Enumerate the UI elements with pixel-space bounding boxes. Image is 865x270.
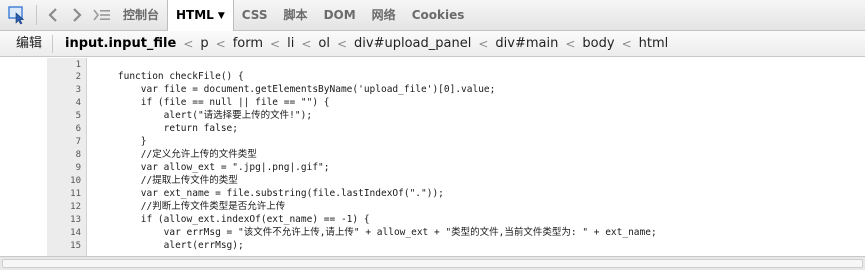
line-number: 12	[70, 202, 81, 212]
code-text: function checkFile() {	[95, 71, 244, 82]
firebug-toolbar: 控制台 HTML ▼ CSS 脚本 DOM 网络 Cookies	[0, 0, 865, 31]
edit-button[interactable]: 编辑	[0, 31, 52, 57]
chevron-left-icon: <	[301, 36, 312, 51]
breadcrumb-item[interactable]: div#upload_panel	[354, 36, 471, 51]
code-line: 11 var ext_name = file.substring(file.la…	[0, 188, 865, 200]
code-line: 13 if (allow_ext.indexOf(ext_name) == -1…	[0, 214, 865, 226]
code-text: var allow_ext = ".jpg|.png|.gif";	[95, 162, 330, 173]
dropdown-caret-icon[interactable]: ▼	[218, 1, 225, 32]
code-text: //定义允许上传的文件类型	[95, 149, 257, 160]
code-text: var file = document.getElementsByName('u…	[95, 84, 496, 95]
inspect-icon[interactable]	[2, 0, 32, 31]
code-line: 9 var allow_ext = ".jpg|.png|.gif";	[0, 162, 865, 174]
breadcrumb-item[interactable]: input.input_file	[65, 36, 176, 51]
code-line: 3 var file = document.getElementsByName(…	[0, 84, 865, 96]
breadcrumb-item[interactable]: ol	[318, 36, 330, 51]
code-line: 12 //判断上传文件类型是否允许上传	[0, 201, 865, 213]
breadcrumb-item[interactable]: p	[200, 36, 208, 51]
breadcrumb-item[interactable]: body	[582, 36, 614, 51]
tab-script[interactable]: 脚本	[276, 0, 316, 31]
code-text: alert(errMsg);	[95, 240, 244, 251]
line-number: 15	[70, 241, 81, 251]
breadcrumb-item[interactable]: div#main	[495, 36, 558, 51]
tab-console[interactable]: 控制台	[115, 0, 167, 31]
console-mode-icon[interactable]	[89, 0, 115, 31]
line-number: 13	[70, 215, 81, 225]
code-text: //判断上传文件类型是否允许上传	[95, 201, 286, 212]
line-number: 4	[75, 98, 81, 108]
scrollbar-thumb[interactable]	[2, 259, 863, 268]
forward-arrow-icon[interactable]	[65, 0, 89, 31]
chevron-left-icon: <	[478, 36, 489, 51]
code-text: alert("请选择要上传的文件!");	[95, 110, 313, 121]
code-line: 4 if (file == null || file == "") {	[0, 97, 865, 109]
line-number: 6	[75, 124, 81, 134]
breadcrumb-item[interactable]: html	[639, 36, 669, 51]
tab-dom[interactable]: DOM	[316, 0, 364, 31]
line-number: 2	[75, 72, 81, 82]
back-arrow-icon[interactable]	[41, 0, 65, 31]
code-text: return false;	[95, 123, 238, 134]
chevron-left-icon: <	[336, 36, 348, 51]
line-number: 8	[75, 150, 81, 160]
line-number: 11	[70, 189, 81, 199]
code-line: 6 return false;	[0, 123, 865, 135]
tab-html[interactable]: HTML ▼	[167, 0, 234, 31]
code-line: 1	[0, 59, 865, 71]
line-number: 1	[75, 60, 81, 70]
tab-cookies[interactable]: Cookies	[404, 0, 473, 31]
toolbar-divider	[36, 5, 37, 25]
breadcrumb-divider	[52, 34, 54, 53]
chevron-left-icon: <	[270, 36, 281, 51]
chevron-left-icon: <	[565, 36, 576, 51]
code-line: 8 //定义允许上传的文件类型	[0, 149, 865, 161]
line-number: 5	[75, 111, 81, 121]
code-line: 10 //提取上传文件的类型	[0, 175, 865, 187]
line-number: 9	[75, 163, 81, 173]
horizontal-scrollbar[interactable]	[0, 256, 865, 270]
line-number: 14	[70, 228, 81, 238]
code-text: var ext_name = file.substring(file.lastI…	[95, 188, 444, 199]
code-line: 7 }	[0, 136, 865, 148]
code-text: if (allow_ext.indexOf(ext_name) == -1) {	[95, 214, 370, 225]
line-number: 10	[70, 176, 81, 186]
code-text: //提取上传文件的类型	[95, 175, 238, 186]
chevron-left-icon: <	[621, 36, 632, 51]
code-line: 2 function checkFile() {	[0, 71, 865, 83]
code-line: 14 var errMsg = "该文件不允许上传,请上传" + allow_e…	[0, 227, 865, 239]
tab-css[interactable]: CSS	[234, 0, 276, 31]
tab-network[interactable]: 网络	[364, 0, 404, 31]
breadcrumb: 编辑 input.input_file < p < form < li < ol…	[0, 31, 865, 57]
code-line: 15 alert(errMsg);	[0, 240, 865, 252]
code-line: 5 alert("请选择要上传的文件!");	[0, 110, 865, 122]
line-number: 3	[75, 85, 81, 95]
breadcrumb-item[interactable]: li	[287, 36, 294, 51]
breadcrumb-item[interactable]: form	[233, 36, 263, 51]
code-text: var errMsg = "该文件不允许上传,请上传" + allow_ext …	[95, 227, 657, 238]
tab-html-label: HTML	[176, 8, 214, 22]
chevron-left-icon: <	[183, 36, 194, 51]
line-number: 7	[75, 137, 81, 147]
script-source-panel[interactable]: 1 2 function checkFile() { 3 var file = …	[0, 58, 865, 256]
code-text: }	[95, 136, 147, 147]
chevron-left-icon: <	[215, 36, 226, 51]
code-text: if (file == null || file == "") {	[95, 97, 330, 108]
